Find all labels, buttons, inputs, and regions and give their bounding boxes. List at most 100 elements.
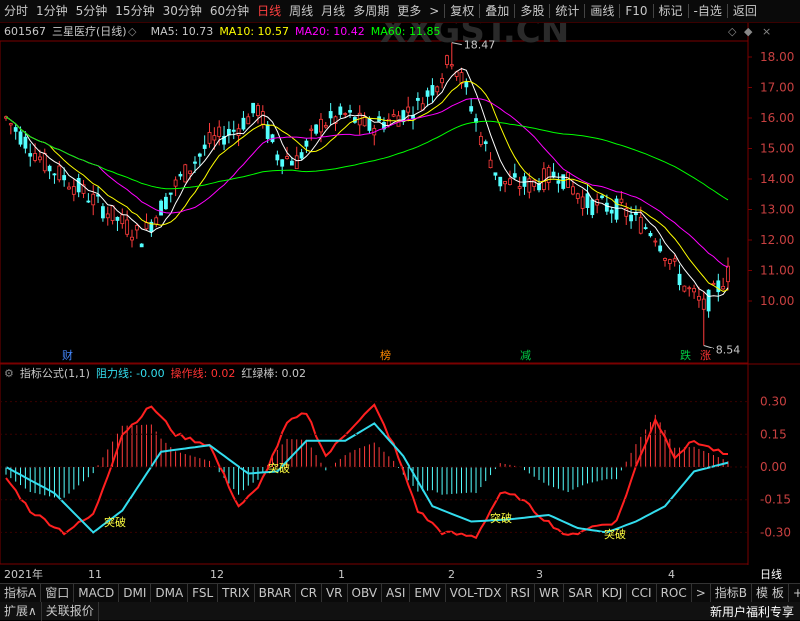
candle-body: [609, 209, 614, 214]
action-button-2[interactable]: 多股: [516, 0, 548, 22]
indicator-tab-19[interactable]: ROC: [657, 584, 692, 603]
candle-body: [62, 175, 67, 181]
price-tick-label: 17.00: [760, 81, 794, 95]
period-tab-8[interactable]: 月线: [317, 0, 349, 22]
indicator-tab-4[interactable]: DMA: [151, 584, 189, 603]
candle-body: [299, 152, 304, 159]
candle-body: [677, 273, 682, 286]
indicator-tab-15[interactable]: WR: [535, 584, 565, 603]
indicator-name[interactable]: 指标公式(1,1): [20, 365, 90, 381]
candle-body: [226, 128, 231, 136]
breakout-signal: 突破: [604, 527, 626, 541]
diamond-icon[interactable]: ◆: [744, 25, 752, 38]
indicator-tab-13[interactable]: VOL-TDX: [446, 584, 507, 603]
event-marker-0[interactable]: 财: [62, 348, 73, 362]
indicator-tab-12[interactable]: EMV: [410, 584, 446, 603]
operation-line-label: 操作线: 0.02: [170, 367, 236, 380]
period-tab-2[interactable]: 5分钟: [72, 0, 112, 22]
action-button-8[interactable]: 返回: [729, 0, 761, 22]
indicator-tab-9[interactable]: VR: [322, 584, 348, 603]
candle-body: [173, 179, 178, 187]
period-tab-9[interactable]: 多周期: [349, 0, 393, 22]
indicator-tab-10[interactable]: OBV: [348, 584, 383, 603]
candle-body: [101, 206, 105, 219]
indicator-tab-5[interactable]: FSL: [188, 584, 219, 603]
event-marker-3[interactable]: 跌: [680, 348, 691, 362]
ma5-label: MA5: 10.73: [150, 24, 214, 38]
candle-body: [430, 85, 435, 96]
divider: [687, 4, 689, 18]
indicator-tab-3[interactable]: DMI: [119, 584, 152, 603]
date-label: 11: [88, 567, 102, 581]
period-tab-5[interactable]: 60分钟: [206, 0, 253, 22]
indicator-tab-21[interactable]: 指标B: [711, 584, 753, 603]
diamond-icon[interactable]: ◇: [728, 25, 736, 38]
indicator-tab-2[interactable]: MACD: [74, 584, 120, 603]
stock-code: 601567: [4, 24, 46, 38]
candle-body: [449, 64, 454, 67]
candle-body: [328, 111, 333, 119]
period-indicator[interactable]: 日线: [760, 566, 782, 582]
candle-body: [134, 225, 139, 231]
event-marker-1[interactable]: 榜: [380, 348, 391, 362]
candle-body: [697, 295, 701, 301]
candle-body: [71, 186, 76, 195]
divider: [479, 4, 481, 18]
event-marker-4[interactable]: 涨: [700, 349, 711, 362]
indicator-tab-7[interactable]: BRAR: [255, 584, 297, 603]
candle-body: [159, 200, 163, 216]
period-tab-0[interactable]: 分时: [0, 0, 32, 22]
indicator-tab-17[interactable]: KDJ: [598, 584, 628, 603]
indicator-tick-label: 0.15: [760, 427, 787, 441]
indicator-header: ⚙ 指标公式(1,1) 阻力线: -0.00 操作线: 0.02 红绿棒: 0.…: [0, 365, 800, 381]
more-arrow-icon[interactable]: >: [425, 0, 443, 22]
period-tab-6[interactable]: 日线: [253, 0, 285, 22]
candle-body: [164, 196, 168, 210]
indicator-tab-16[interactable]: SAR: [564, 584, 598, 603]
candle-body: [8, 123, 13, 126]
indicator-tab-8[interactable]: CR: [296, 584, 322, 603]
action-button-6[interactable]: 标记: [655, 0, 687, 22]
period-tab-10[interactable]: 更多: [393, 0, 425, 22]
indicator-tab-14[interactable]: RSI: [507, 584, 536, 603]
action-button-1[interactable]: 叠加: [481, 0, 513, 22]
action-button-7[interactable]: -自选: [690, 0, 726, 22]
candle-body: [663, 258, 667, 261]
event-marker-2[interactable]: 减: [520, 349, 531, 362]
candle-body: [600, 195, 604, 199]
related-quotes-button[interactable]: 关联报价: [42, 601, 99, 621]
candle-body: [435, 86, 440, 93]
candle-body: [309, 128, 314, 131]
promo-link[interactable]: 新用户福利专享: [710, 603, 794, 620]
candle-body: [285, 156, 289, 159]
candle-body: [47, 165, 52, 172]
indicator-tab-1[interactable]: 窗口: [41, 584, 75, 603]
period-tab-4[interactable]: 30分钟: [159, 0, 206, 22]
candle-body: [532, 179, 537, 187]
candle-body: [57, 165, 62, 181]
price-tick-label: 12.00: [760, 233, 794, 247]
action-button-5[interactable]: F10: [621, 0, 651, 22]
indicator-tab-22[interactable]: 模 板: [752, 584, 789, 603]
action-button-0[interactable]: 复权: [446, 0, 478, 22]
candle-body: [556, 180, 561, 184]
indicator-tab-18[interactable]: CCI: [627, 584, 657, 603]
action-button-4[interactable]: 画线: [586, 0, 618, 22]
chart-canvas[interactable]: XXGST.CN 18.0017.0016.0015.0014.0013.001…: [0, 0, 800, 620]
period-tab-1[interactable]: 1分钟: [32, 0, 72, 22]
gear-icon[interactable]: ⚙: [4, 367, 14, 380]
breakout-signal: 突破: [268, 461, 290, 475]
period-tab-3[interactable]: 15分钟: [111, 0, 158, 22]
indicator-tab-20[interactable]: >: [692, 584, 711, 603]
indicator-tab-11[interactable]: ASI: [382, 584, 411, 603]
action-button-3[interactable]: 统计: [551, 0, 583, 22]
period-tab-7[interactable]: 周线: [285, 0, 317, 22]
indicator-tab-23[interactable]: +: [789, 584, 800, 603]
candle-body: [207, 132, 212, 144]
ma10-label: MA10: 10.57: [219, 24, 290, 38]
candle-body: [459, 72, 464, 84]
expand-button[interactable]: 扩展∧: [0, 601, 42, 621]
indicator-tab-6[interactable]: TRIX: [218, 584, 255, 603]
indicator-tab-0[interactable]: 指标A: [0, 584, 42, 603]
close-icon[interactable]: ×: [762, 25, 771, 38]
